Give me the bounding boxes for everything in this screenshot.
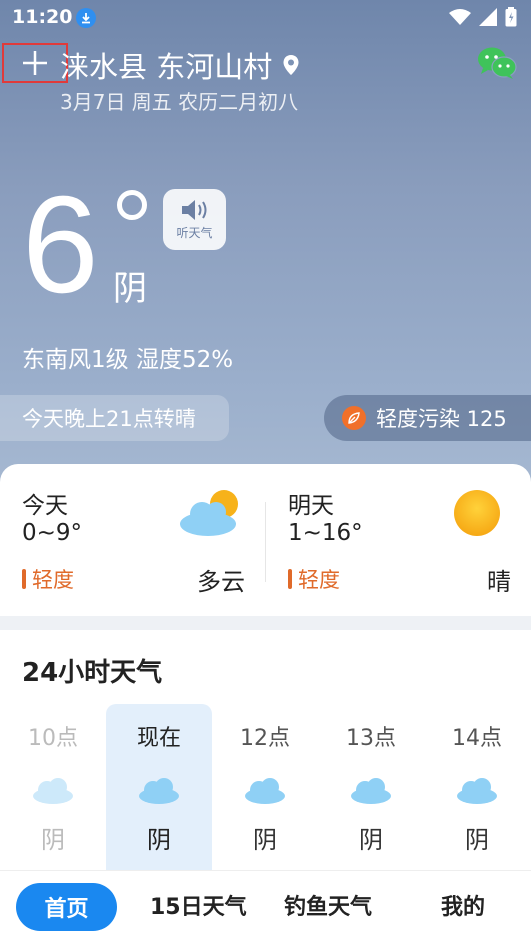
cloud-icon [245,778,285,804]
wifi-icon [449,9,471,25]
cloud-icon [351,778,391,804]
hour-time: 10点 [28,726,78,751]
forecast-condition: 多云 [197,568,245,596]
cloud-icon [33,778,73,804]
current-temperature: 6 [22,168,99,322]
hour-item[interactable]: 10点 阴 [0,704,106,870]
forecast-temp-range: 0~9° [22,520,83,546]
hourly-title: 24小时天气 [22,658,163,688]
hour-time: 12点 [240,726,290,751]
hour-condition: 阴 [253,826,277,854]
partly-cloudy-icon [180,490,238,536]
forecast-tomorrow[interactable]: 明天 1~16° 轻度 晴 [266,464,531,616]
hour-item[interactable]: 13点 阴 [318,704,424,870]
hour-condition: 阴 [41,826,65,854]
signal-icon [479,8,497,26]
hour-item[interactable]: 12点 阴 [212,704,318,870]
location-pin-icon [283,55,299,75]
hour-condition: 阴 [147,826,171,854]
download-icon [76,8,96,28]
sun-icon [454,490,500,536]
forecast-aqi: 轻度 [288,564,340,594]
forecast-day-label: 明天 [288,493,334,519]
bottom-nav: 首页 15日天气 钓鱼天气 我的 [0,870,531,944]
forecast-temp-range: 1~16° [288,520,363,546]
hour-time: 13点 [346,726,396,751]
wind-humidity: 东南风1级 湿度52% [22,347,234,373]
status-time: 11:20 [12,6,73,28]
speaker-icon [181,200,206,220]
cloud-icon [139,778,179,804]
two-day-forecast: 今天 0~9° 轻度 多云 明天 1~16° 轻度 晴 [0,464,531,616]
hour-time: 14点 [452,726,502,751]
listen-weather-button[interactable]: 听天气 [163,189,226,250]
forecast-aqi: 轻度 [22,564,74,594]
add-city-button[interactable] [2,43,68,83]
current-condition: 阴 [113,269,147,309]
forecast-condition: 晴 [487,568,511,596]
nav-fishing-tab[interactable]: 钓鱼天气 [284,889,372,921]
cloud-icon [457,778,497,804]
hour-condition: 阴 [465,826,489,854]
nav-home-tab[interactable]: 首页 [16,883,117,931]
hourly-forecast: 24小时天气 10点 阴 现在 阴 12点 阴 13点 阴 14点 阴 [0,630,531,870]
leaf-icon [342,406,366,430]
plus-icon [23,51,47,75]
location-selector[interactable]: 涞水县 东河山村 [60,44,300,86]
tonight-text: 今天晚上21点转晴 [22,407,196,431]
hour-condition: 阴 [359,826,383,854]
air-quality-chip[interactable]: 轻度污染 125 [324,395,531,441]
tonight-forecast-chip[interactable]: 今天晚上21点转晴 [0,395,229,441]
air-quality-text: 轻度污染 125 [376,407,507,431]
listen-label: 听天气 [176,226,213,240]
hour-item-now[interactable]: 现在 阴 [106,704,212,870]
battery-icon [505,7,517,27]
location-name: 涞水县 东河山村 [60,50,273,84]
hour-time: 现在 [136,726,181,751]
degree-symbol [117,190,147,220]
nav-mine-tab[interactable]: 我的 [441,889,485,921]
date-lunar: 3月7日 周五 农历二月初八 [60,90,299,114]
nav-15day-tab[interactable]: 15日天气 [150,889,247,921]
forecast-today[interactable]: 今天 0~9° 轻度 多云 [0,464,265,616]
wechat-share-button[interactable] [477,46,517,84]
status-icons [449,7,517,27]
forecast-day-label: 今天 [22,493,68,519]
section-gap [0,616,531,630]
hour-item[interactable]: 14点 阴 [424,704,530,870]
wechat-icon [478,47,517,79]
